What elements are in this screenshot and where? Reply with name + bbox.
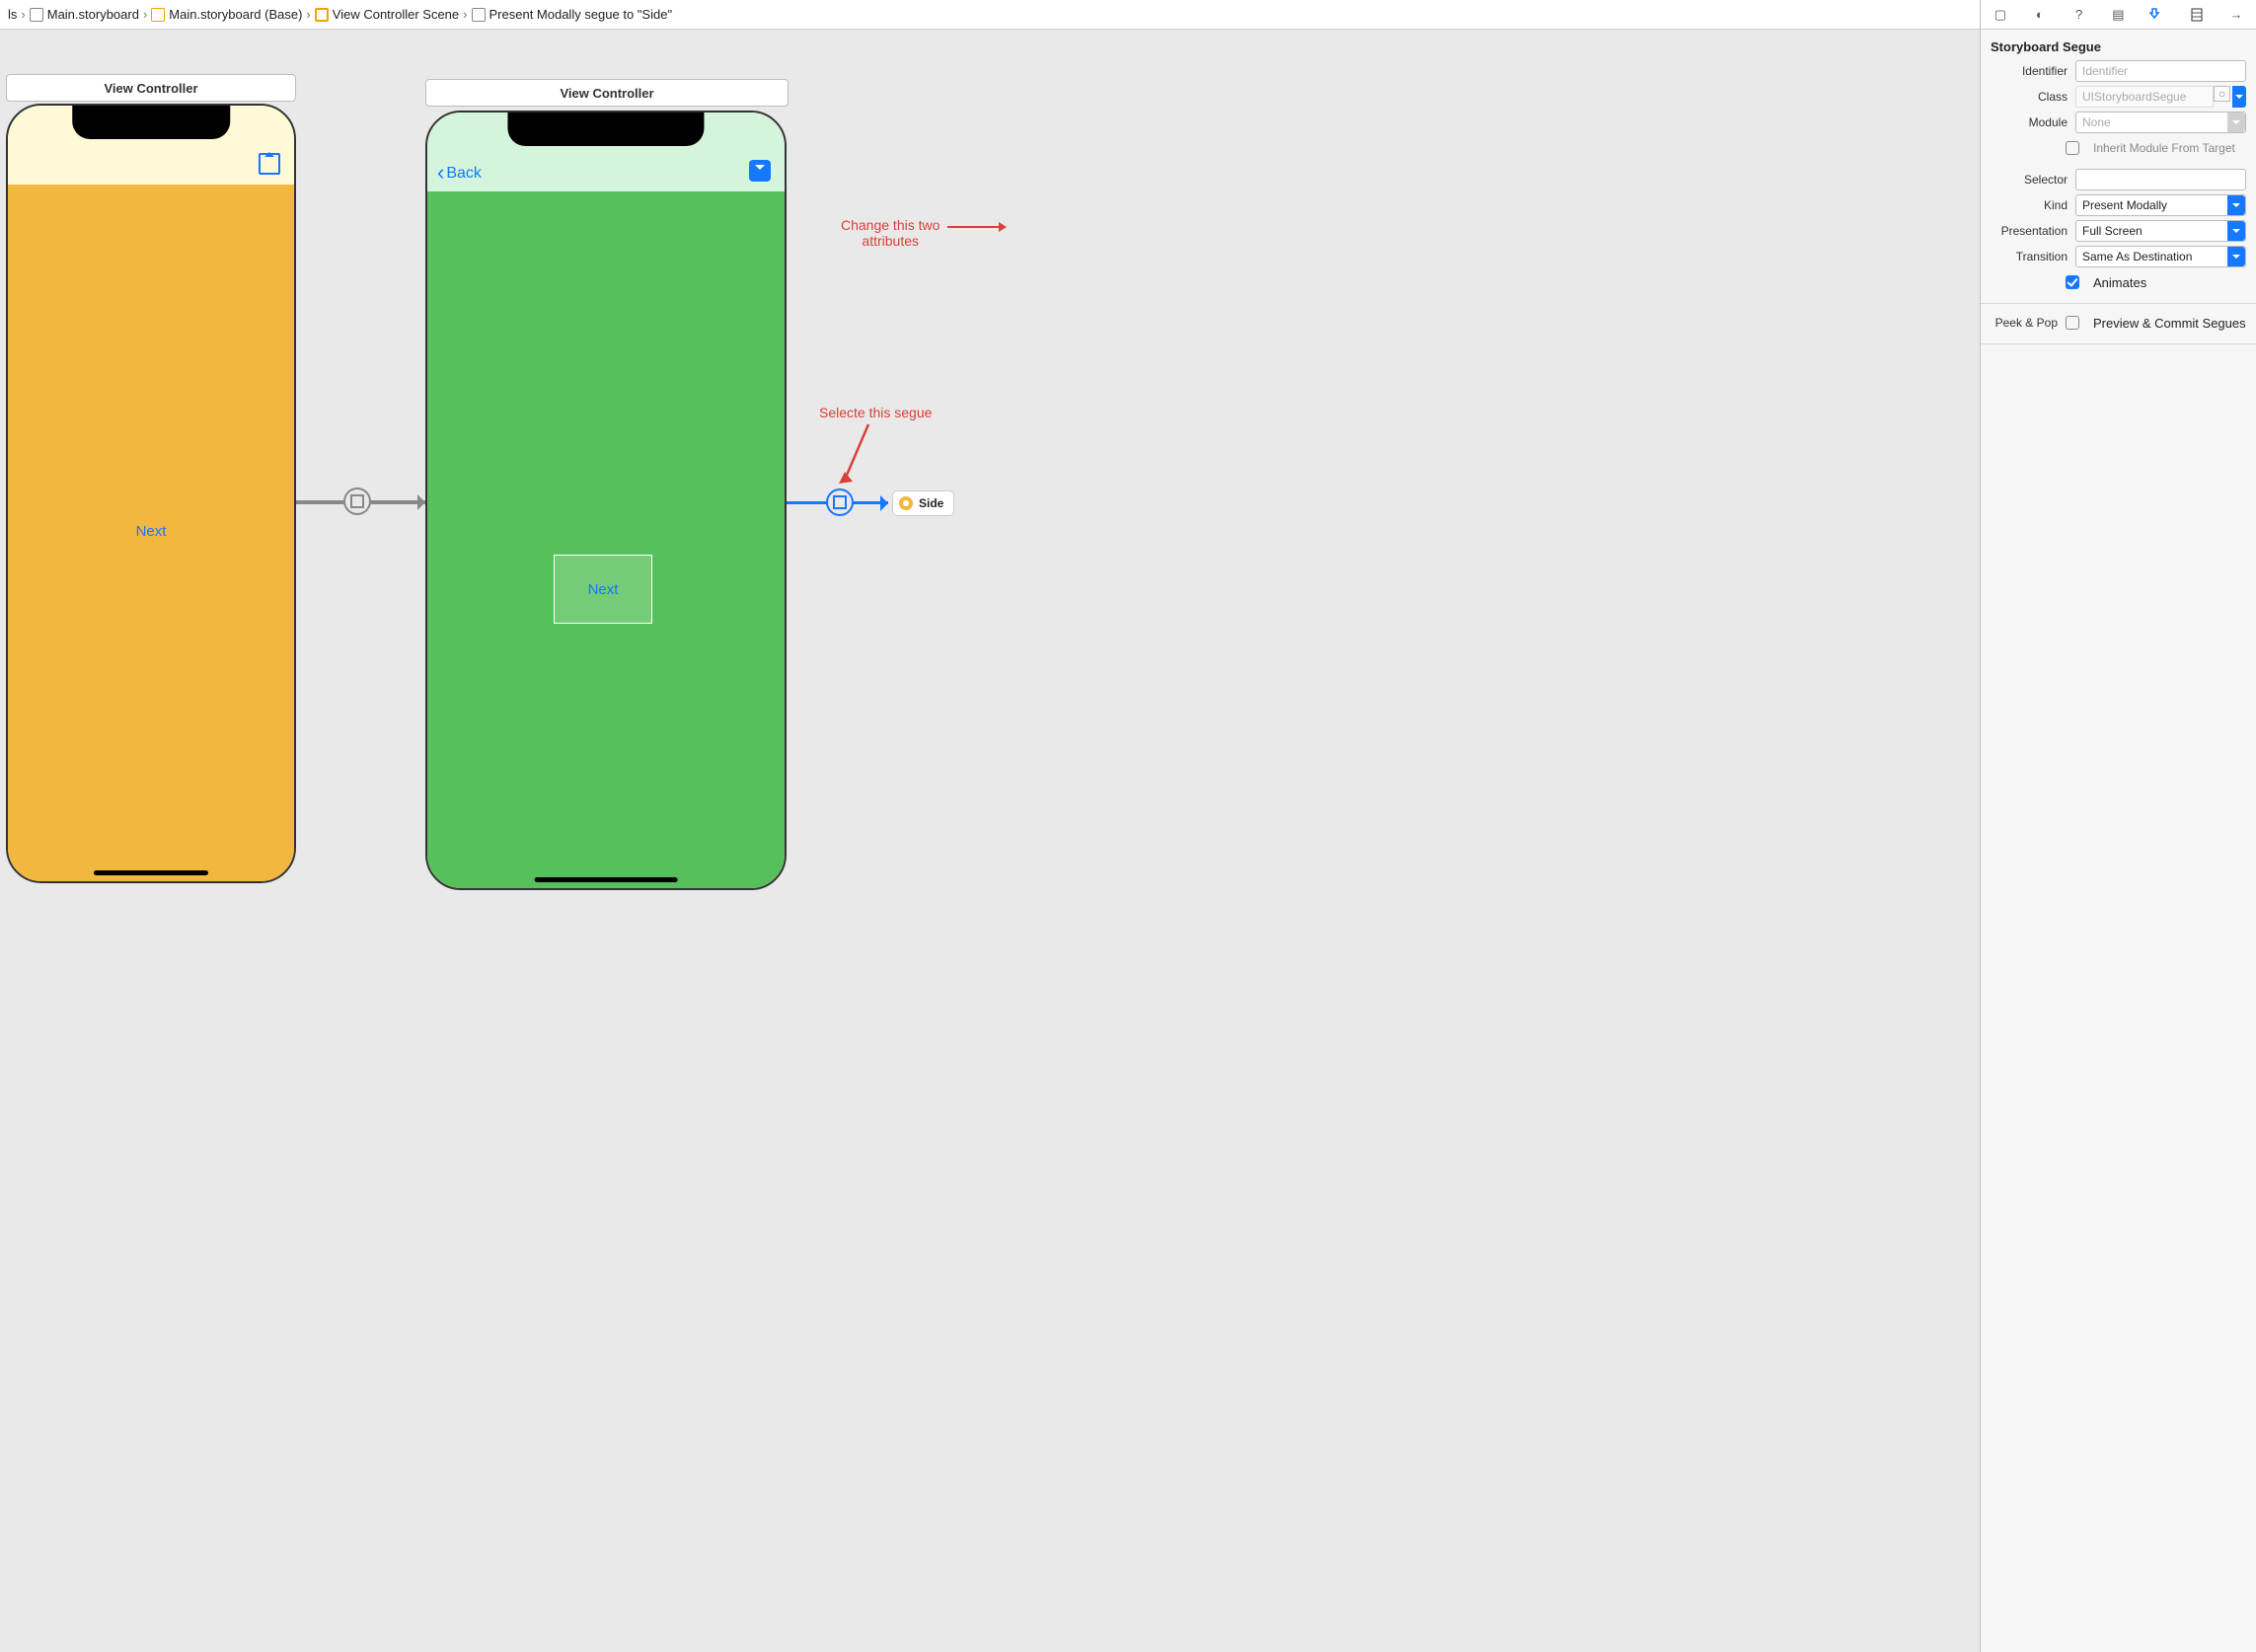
class-dropdown-button[interactable] — [2232, 86, 2246, 108]
identifier-field[interactable] — [2075, 60, 2246, 82]
share-icon — [259, 153, 280, 175]
segue-present-modally-connector[interactable] — [787, 501, 888, 504]
module-row: Module None — [1981, 110, 2256, 135]
chevron-down-icon — [2227, 195, 2245, 215]
next-button[interactable]: Next — [8, 523, 294, 540]
peek-pop-section: Peek & Pop Preview & Commit Segues — [1981, 304, 2256, 344]
scene-a-body: Next — [8, 185, 294, 881]
module-label: Module — [1991, 115, 2068, 129]
chevron-right-icon: › — [306, 7, 310, 22]
transition-label: Transition — [1991, 250, 2068, 263]
peek-pop-text: Preview & Commit Segues — [2093, 316, 2246, 331]
storyboard-file-icon — [151, 8, 165, 22]
animates-checkbox[interactable] — [2066, 275, 2079, 289]
class-row: Class ○ — [1981, 84, 2256, 110]
crumb-segue[interactable]: Present Modally segue to "Side" — [472, 7, 673, 22]
side-scene-reference[interactable]: Side — [892, 490, 954, 516]
chevron-down-icon — [2227, 247, 2245, 266]
back-button[interactable]: Back — [437, 160, 482, 186]
inspector-tabs: ▢ ◐ ? ▤ → — [1981, 0, 2256, 30]
class-field[interactable] — [2075, 86, 2214, 108]
size-inspector-tab[interactable] — [2187, 5, 2207, 25]
peek-pop-label: Peek & Pop — [1981, 316, 2058, 330]
breadcrumb: ls › Main.storyboard › Main.storyboard (… — [0, 7, 2118, 22]
selector-field[interactable] — [2075, 169, 2246, 190]
segue-icon — [472, 8, 486, 22]
file-inspector-tab[interactable]: ▢ — [1991, 5, 2010, 25]
inherit-module-label: Inherit Module From Target — [2093, 141, 2235, 155]
segue-show-icon — [343, 488, 371, 515]
class-label: Class — [1991, 90, 2068, 104]
identity-inspector-tab[interactable]: ▤ — [2108, 5, 2128, 25]
annotation-change-attributes: Change this two attributes — [841, 217, 940, 249]
notch — [507, 113, 704, 146]
annotation-arrow-icon — [839, 424, 888, 493]
kind-label: Kind — [1991, 198, 2068, 212]
arrow-right-icon — [417, 494, 433, 510]
scene-b-body: Next — [427, 191, 785, 888]
animates-row: Animates — [1981, 269, 2256, 295]
annotation-arrow-icon — [947, 222, 1007, 242]
presentation-select[interactable]: Full Screen — [2075, 220, 2246, 242]
container-view[interactable]: Next — [554, 555, 652, 624]
peek-pop-checkbox[interactable] — [2066, 316, 2079, 330]
chevron-right-icon: › — [21, 7, 25, 22]
file-icon — [30, 8, 43, 22]
help-inspector-tab[interactable]: ? — [2069, 5, 2089, 25]
identifier-label: Identifier — [1991, 64, 2068, 78]
home-indicator — [94, 870, 208, 875]
scene-b-phone[interactable]: Back Next — [425, 111, 787, 890]
kind-select[interactable]: Present Modally — [2075, 194, 2246, 216]
crumb-root[interactable]: ls — [8, 7, 17, 22]
add-class-button[interactable]: ○ — [2214, 86, 2229, 102]
transition-row: Transition Same As Destination — [1981, 244, 2256, 269]
selector-label: Selector — [1991, 173, 2068, 187]
crumb-storyboard-file[interactable]: Main.storyboard — [30, 7, 139, 22]
scene-a-phone[interactable]: Next — [6, 104, 296, 883]
download-icon — [749, 160, 771, 182]
animates-label: Animates — [2093, 275, 2146, 290]
inherit-module-checkbox[interactable] — [2066, 141, 2079, 155]
chevron-right-icon: › — [463, 7, 467, 22]
connections-inspector-tab[interactable]: → — [2226, 5, 2246, 25]
segue-present-modally-icon — [826, 488, 854, 516]
inherit-module-row: Inherit Module From Target — [1981, 135, 2256, 161]
chevron-down-icon — [2227, 113, 2245, 132]
presentation-row: Presentation Full Screen — [1981, 218, 2256, 244]
side-scene-label: Side — [919, 496, 943, 510]
selector-row: Selector — [1981, 167, 2256, 192]
peek-pop-row: Peek & Pop Preview & Commit Segues — [1981, 310, 2256, 336]
toolbar: ls › Main.storyboard › Main.storyboard (… — [0, 0, 2256, 30]
storyboard-reference-icon — [899, 496, 913, 510]
identifier-row: Identifier — [1981, 58, 2256, 84]
section-header: Storyboard Segue — [1981, 36, 2256, 58]
transition-select[interactable]: Same As Destination — [2075, 246, 2246, 267]
chevron-right-icon: › — [143, 7, 147, 22]
kind-row: Kind Present Modally — [1981, 192, 2256, 218]
scene-icon — [315, 8, 329, 22]
chevron-down-icon — [2227, 221, 2245, 241]
annotation-select-segue: Selecte this segue — [819, 405, 932, 420]
storyboard-canvas[interactable]: View Controller View Controller Next Bac… — [0, 30, 1980, 1652]
segue-show-connector[interactable] — [296, 500, 425, 504]
notch — [72, 106, 230, 139]
presentation-label: Presentation — [1991, 224, 2068, 238]
segue-section: Storyboard Segue Identifier Class ○ Modu… — [1981, 30, 2256, 304]
attributes-inspector-tab[interactable] — [2147, 5, 2167, 25]
module-select[interactable]: None — [2075, 112, 2246, 133]
crumb-storyboard-base[interactable]: Main.storyboard (Base) — [151, 7, 302, 22]
scene-a-title[interactable]: View Controller — [6, 74, 296, 102]
inspector-panel: ▢ ◐ ? ▤ → Storyboard Segue Identifier Cl… — [1980, 0, 2256, 1652]
home-indicator — [535, 877, 678, 882]
history-inspector-tab[interactable]: ◐ — [2030, 5, 2050, 25]
scene-b-title[interactable]: View Controller — [425, 79, 789, 107]
crumb-scene[interactable]: View Controller Scene — [315, 7, 459, 22]
